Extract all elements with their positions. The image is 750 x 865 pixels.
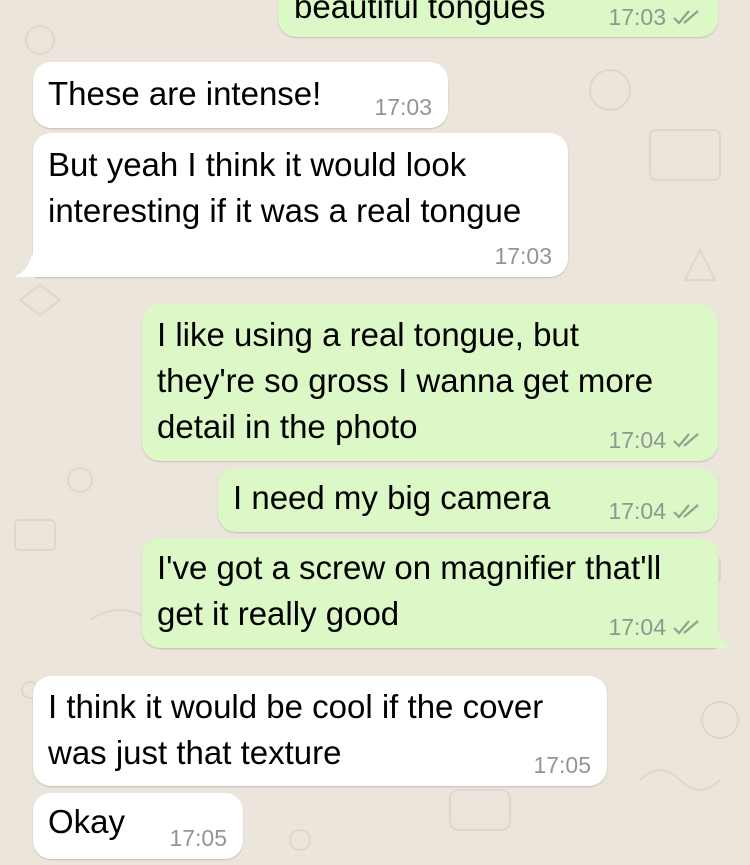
message-meta: 17:05 (169, 826, 227, 850)
message-meta: 17:03 (608, 5, 702, 29)
outgoing-message[interactable]: beautiful tongues 17:03 (278, 0, 718, 37)
message-line: I think it would be cool if the cover (48, 688, 544, 725)
bubble-tail (14, 255, 36, 277)
message-line: was just that texture (48, 734, 342, 771)
outgoing-message[interactable]: I need my big camera 17:04 (218, 468, 718, 532)
message-text: I like using a real tongue, but they're … (157, 312, 653, 450)
incoming-message[interactable]: These are intense! 17:03 (33, 62, 448, 128)
message-time: 17:03 (608, 4, 666, 30)
incoming-message[interactable]: I think it would be cool if the cover wa… (33, 676, 607, 786)
message-line: detail in the photo (157, 408, 418, 445)
message-text: These are intense! (48, 75, 322, 112)
message-line: I like using a real tongue, but (157, 316, 579, 353)
double-check-icon (673, 10, 699, 25)
message-text: But yeah I think it would look interesti… (48, 142, 521, 234)
message-time: 17:04 (608, 427, 666, 453)
message-line: But yeah I think it would look (48, 146, 467, 183)
double-check-icon (673, 433, 699, 448)
message-time: 17:03 (374, 94, 432, 120)
message-text: Okay (48, 803, 126, 840)
message-line: interesting if it was a real tongue (48, 192, 522, 229)
message-meta: 17:03 (374, 95, 432, 119)
incoming-message[interactable]: But yeah I think it would look interesti… (33, 133, 568, 277)
message-line: get it really good (157, 595, 400, 632)
message-text: beautiful tongues (294, 0, 546, 25)
message-meta: 17:03 (494, 244, 552, 268)
message-meta: 17:04 (608, 499, 702, 523)
message-line: I've got a screw on magnifier that'll (157, 549, 662, 586)
double-check-icon (673, 504, 699, 519)
message-time: 17:04 (608, 498, 666, 524)
bubble-tail (712, 626, 734, 648)
message-time: 17:04 (608, 614, 666, 640)
message-text: I need my big camera (233, 479, 551, 516)
incoming-message[interactable]: Okay 17:05 (33, 793, 243, 859)
double-check-icon (673, 620, 699, 635)
message-time: 17:05 (169, 825, 227, 851)
outgoing-message[interactable]: I've got a screw on magnifier that'll ge… (142, 538, 718, 648)
message-meta: 17:05 (533, 753, 591, 777)
message-time: 17:05 (533, 752, 591, 778)
outgoing-message[interactable]: I like using a real tongue, but they're … (142, 304, 718, 461)
message-meta: 17:04 (608, 615, 702, 639)
message-text: I've got a screw on magnifier that'll ge… (157, 545, 661, 637)
message-text: I think it would be cool if the cover wa… (48, 684, 543, 776)
message-line: they're so gross I wanna get more (157, 362, 654, 399)
message-time: 17:03 (494, 243, 552, 269)
message-meta: 17:04 (608, 428, 702, 452)
